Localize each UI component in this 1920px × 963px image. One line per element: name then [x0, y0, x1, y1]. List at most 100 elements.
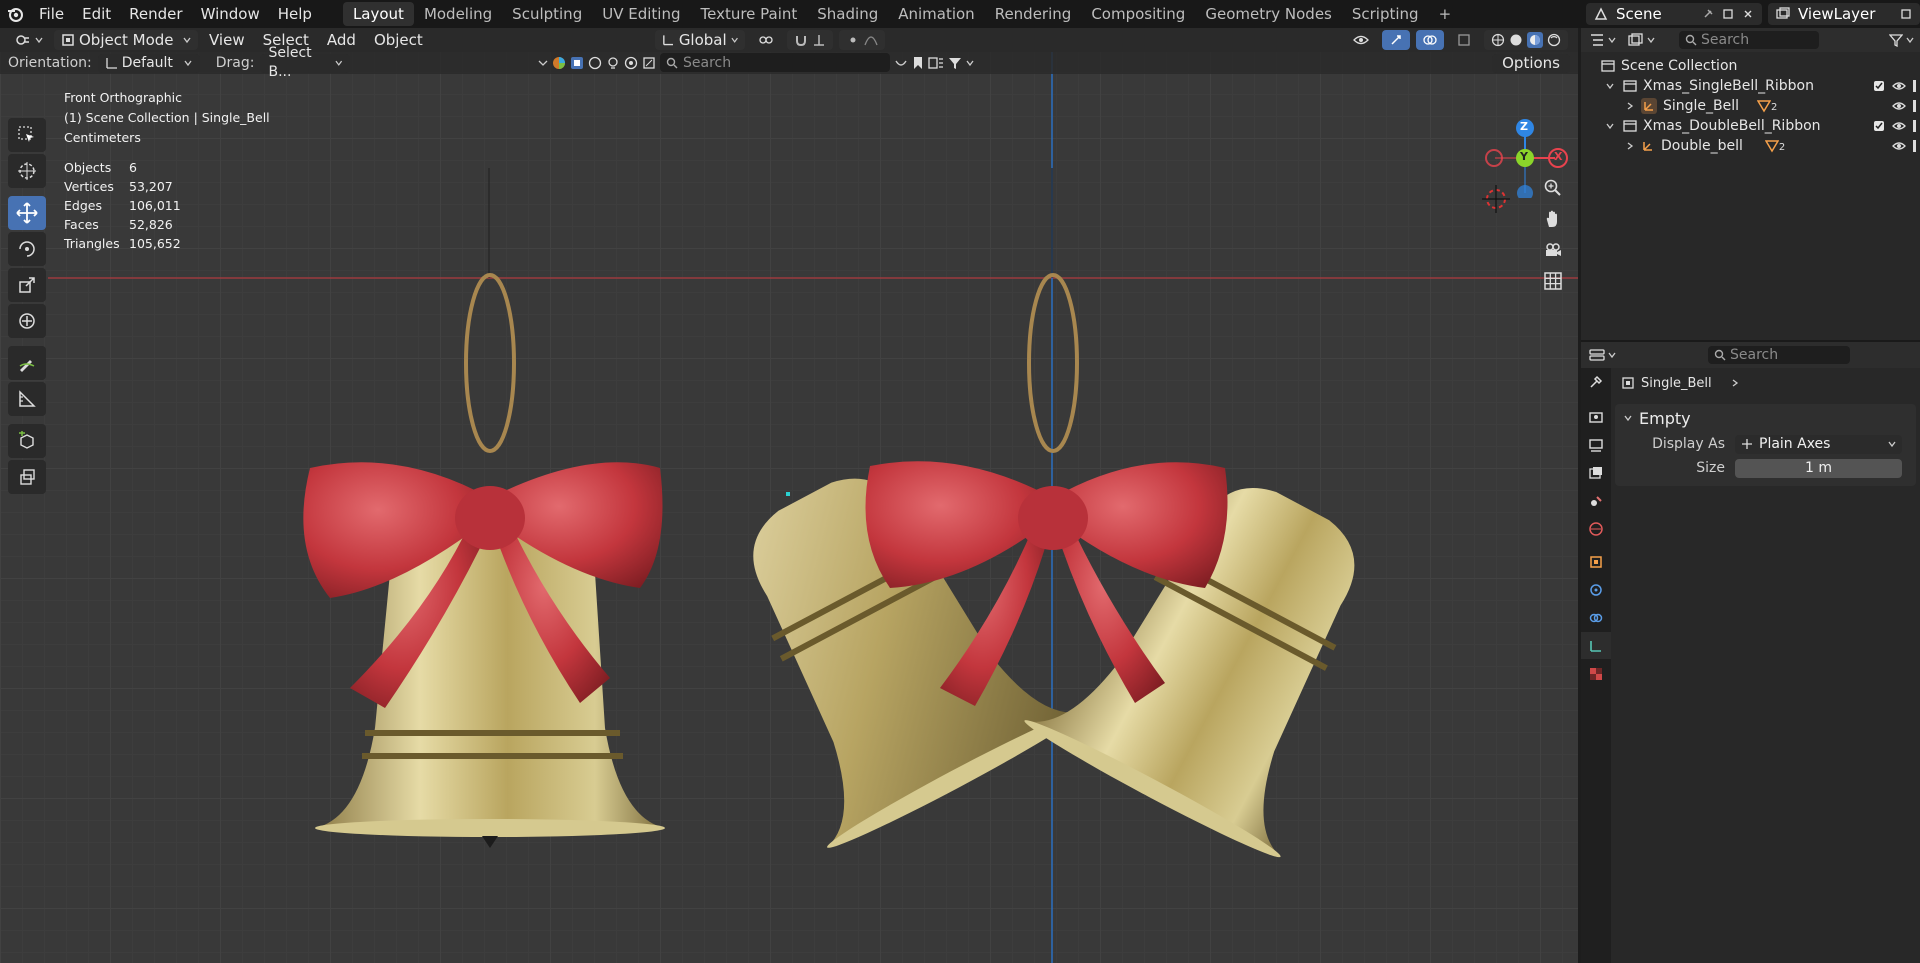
extrude-tool[interactable] [8, 460, 46, 494]
bookmark-icon[interactable] [912, 56, 924, 70]
eye-icon[interactable] [1892, 100, 1906, 112]
world-tab[interactable] [1581, 515, 1611, 542]
add-workspace-button[interactable]: + [1429, 2, 1462, 26]
menu-file[interactable]: File [30, 0, 73, 28]
measure-tool[interactable] [8, 382, 46, 416]
properties-search-input[interactable]: Search [1708, 346, 1850, 364]
tab-shading[interactable]: Shading [807, 2, 888, 26]
constraints-tab[interactable] [1581, 604, 1611, 631]
rotate-tool[interactable] [8, 232, 46, 266]
object-tab[interactable] [1581, 548, 1611, 575]
other-filter-icon[interactable] [642, 56, 656, 70]
outliner-item-object[interactable]: Double_bell 2 [1581, 136, 1920, 156]
tool-tab[interactable] [1581, 368, 1611, 395]
view-layer-selector[interactable]: ViewLayer [1768, 3, 1920, 25]
pan-button[interactable] [1538, 204, 1568, 234]
transform-tool[interactable] [8, 304, 46, 338]
orientation-setting-dropdown[interactable]: Default [97, 53, 200, 73]
3d-viewport[interactable]: Object Mode View Select Add Object Globa… [0, 28, 1578, 963]
camera-visibility-icon[interactable] [1913, 80, 1916, 92]
options-dropdown[interactable]: Options [1492, 54, 1570, 73]
output-tab[interactable] [1581, 431, 1611, 458]
snap-button[interactable] [787, 30, 833, 50]
outliner-search-input[interactable]: Search [1679, 31, 1819, 49]
eye-icon[interactable] [1892, 120, 1906, 132]
tab-compositing[interactable]: Compositing [1081, 2, 1195, 26]
camera-visibility-icon[interactable] [1913, 100, 1916, 112]
pivot-point-button[interactable] [751, 30, 781, 50]
cursor-tool[interactable] [8, 154, 46, 188]
mode-dropdown[interactable]: Object Mode [54, 30, 198, 50]
outliner-item-collection[interactable]: Xmas_SingleBell_Ribbon [1581, 76, 1920, 96]
funnel-icon[interactable] [948, 56, 962, 70]
menu-object[interactable]: Object [367, 30, 430, 50]
pin-icon[interactable] [1702, 8, 1714, 20]
texture-tab[interactable] [1581, 660, 1611, 687]
transform-orientation-dropdown[interactable]: Global [655, 30, 745, 50]
add-cube-tool[interactable] [8, 424, 46, 458]
empty-panel-header[interactable]: Empty [1615, 404, 1916, 432]
properties-editor-type[interactable] [1589, 348, 1616, 362]
camera-filter-icon[interactable] [624, 56, 638, 70]
menu-help[interactable]: Help [269, 0, 321, 28]
size-field[interactable]: 1 m [1735, 458, 1902, 478]
checkbox-icon[interactable] [1873, 80, 1885, 92]
menu-edit[interactable]: Edit [73, 0, 120, 28]
camera-visibility-icon[interactable] [1913, 140, 1916, 152]
chevron-down-icon[interactable] [538, 58, 548, 68]
collection-filter-icon[interactable] [928, 56, 944, 70]
menu-render[interactable]: Render [120, 0, 191, 28]
tab-modeling[interactable]: Modeling [414, 2, 502, 26]
outliner-item-object[interactable]: Single_Bell 2 [1581, 96, 1920, 116]
outliner-item-collection[interactable]: Xmas_DoubleBell_Ribbon [1581, 116, 1920, 136]
xray-toggle[interactable] [1450, 30, 1478, 50]
tab-animation[interactable]: Animation [888, 2, 984, 26]
editor-type-button[interactable] [8, 30, 50, 50]
perspective-toggle-button[interactable] [1538, 266, 1568, 296]
overlays-toggle[interactable] [1416, 30, 1444, 50]
scene-tab[interactable] [1581, 487, 1611, 514]
proportional-edit-button[interactable] [839, 30, 885, 50]
tab-rendering[interactable]: Rendering [985, 2, 1082, 26]
modifiers-tab[interactable] [1581, 576, 1611, 603]
tab-geometry-nodes[interactable]: Geometry Nodes [1195, 2, 1342, 26]
chevron-down-icon[interactable] [966, 59, 974, 67]
object-data-tab[interactable] [1581, 632, 1611, 659]
select-box-tool[interactable] [8, 118, 46, 152]
camera-visibility-icon[interactable] [1913, 120, 1916, 132]
new-scene-icon[interactable] [1722, 8, 1734, 20]
mesh-filter-icon[interactable] [588, 56, 602, 70]
display-mode-dropdown[interactable] [1628, 33, 1655, 47]
eye-icon[interactable] [1892, 140, 1906, 152]
scene-selector[interactable]: Scene [1586, 3, 1762, 25]
outliner-scene-collection[interactable]: Scene Collection [1581, 56, 1920, 76]
object-filter-icon[interactable] [570, 56, 584, 70]
menu-window[interactable]: Window [192, 0, 269, 28]
tab-layout[interactable]: Layout [342, 2, 414, 26]
menu-view[interactable]: View [202, 30, 252, 50]
display-as-dropdown[interactable]: Plain Axes [1735, 434, 1902, 454]
annotate-tool[interactable] [8, 346, 46, 380]
visibility-button[interactable] [1346, 30, 1376, 50]
scale-tool[interactable] [8, 268, 46, 302]
gizmo-toggle[interactable] [1382, 30, 1410, 50]
delete-scene-icon[interactable] [1742, 8, 1754, 20]
tab-texture-paint[interactable]: Texture Paint [690, 2, 807, 26]
checkbox-icon[interactable] [1873, 120, 1885, 132]
zoom-button[interactable] [1538, 173, 1568, 203]
camera-view-button[interactable] [1538, 235, 1568, 265]
outliner-filter-button[interactable] [1889, 33, 1914, 47]
tab-scripting[interactable]: Scripting [1342, 2, 1429, 26]
tab-sculpting[interactable]: Sculpting [502, 2, 592, 26]
drag-setting-dropdown[interactable]: Select B... [260, 45, 351, 80]
blender-logo-icon[interactable] [0, 0, 30, 28]
eye-icon[interactable] [1892, 80, 1906, 92]
tab-uv-editing[interactable]: UV Editing [592, 2, 690, 26]
move-tool[interactable] [8, 196, 46, 230]
clear-search-icon[interactable] [894, 56, 908, 70]
shading-modes[interactable] [1484, 30, 1568, 50]
color-picker-icon[interactable] [552, 56, 566, 70]
viewport-search-input[interactable]: Search [660, 53, 890, 72]
outliner-editor-type[interactable] [1589, 33, 1616, 47]
view-layer-tab[interactable] [1581, 459, 1611, 486]
